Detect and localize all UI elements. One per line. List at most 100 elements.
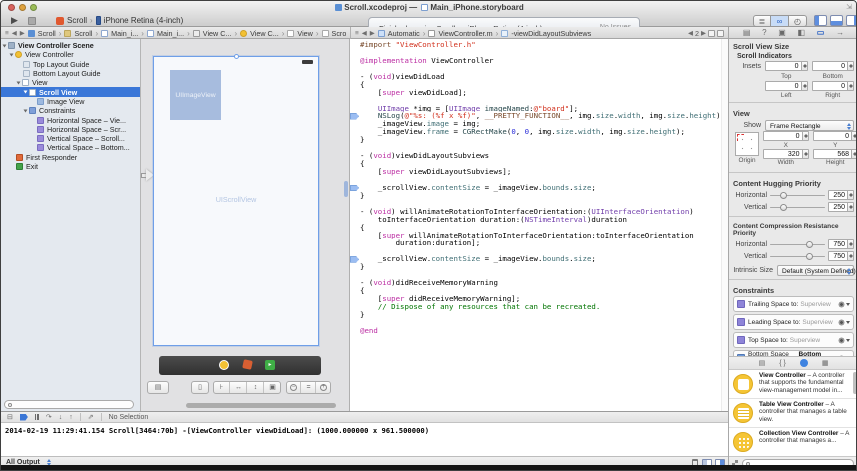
close-assistant-editor-icon[interactable]: [717, 30, 724, 37]
stepper-icon[interactable]: [851, 150, 857, 158]
breakpoint-marker[interactable]: [350, 256, 359, 263]
slider-thumb-icon[interactable]: [780, 204, 787, 211]
toggle-utilities-button[interactable]: [846, 15, 857, 26]
pin-button[interactable]: ↔: [231, 382, 247, 393]
zoom-out-icon[interactable]: −: [287, 382, 301, 393]
jump-bar-item[interactable]: Scroll: [38, 29, 56, 38]
toggle-outline-button[interactable]: ▤: [147, 381, 169, 394]
related-items-icon[interactable]: ≡: [5, 30, 9, 37]
constraint-gear-menu[interactable]: [838, 301, 853, 308]
toggle-debug-area-button[interactable]: [830, 15, 843, 26]
zoom-in-icon[interactable]: +: [317, 382, 330, 393]
priority-slider[interactable]: [770, 191, 825, 199]
outline-filter-field[interactable]: [4, 400, 134, 409]
stepper-icon[interactable]: [801, 82, 807, 90]
back-icon[interactable]: ◀: [362, 29, 367, 37]
value-field[interactable]: 0: [763, 131, 809, 141]
library-item[interactable]: View Controller – A controller that supp…: [729, 370, 857, 399]
jump-bar-item[interactable]: Scroll View: [332, 29, 346, 38]
slider-thumb-icon[interactable]: [806, 241, 813, 248]
outline-row[interactable]: Scroll View: [1, 87, 140, 96]
resolve-layout-button[interactable]: ↕: [248, 382, 264, 393]
outline-row[interactable]: View Controller Scene: [1, 41, 140, 50]
value-field[interactable]: 750: [828, 251, 854, 261]
constraint-gear-menu[interactable]: [838, 319, 853, 326]
toggle-navigator-button[interactable]: [814, 15, 827, 26]
forward-icon[interactable]: ▶: [20, 29, 25, 37]
jump-bar-item[interactable]: ViewController.m: [438, 29, 492, 38]
constraint-gear-menu[interactable]: [838, 337, 853, 344]
value-field[interactable]: 568: [813, 149, 857, 159]
resolve-issues-button[interactable]: ▣: [265, 382, 280, 393]
outline-row[interactable]: Vertical Space – Bottom...: [1, 143, 140, 152]
breakpoints-toggle-icon[interactable]: [20, 414, 28, 421]
breakpoint-marker[interactable]: [350, 113, 359, 120]
hide-debug-area-icon[interactable]: ⊟: [7, 414, 13, 421]
stepper-icon[interactable]: [802, 132, 808, 140]
priority-slider[interactable]: [770, 203, 825, 211]
constraint-row[interactable]: Trailing Space to:Superview: [733, 296, 854, 312]
disclosure-triangle-icon[interactable]: [24, 91, 28, 94]
canvas-horizontal-scrollbar[interactable]: [186, 403, 336, 408]
show-dropdown[interactable]: Frame Rectangle: [765, 120, 854, 131]
step-out-icon[interactable]: ↑: [69, 414, 73, 421]
view-controller-icon[interactable]: [219, 360, 229, 370]
slider-thumb-icon[interactable]: [780, 192, 787, 199]
library-item[interactable]: Table View Controller – A controller tha…: [729, 399, 857, 428]
assistant-editor-button[interactable]: ∞: [771, 15, 789, 27]
outline-row[interactable]: Bottom Layout Guide: [1, 69, 140, 78]
canvas-vertical-scrollbar[interactable]: [344, 181, 348, 197]
scheme-device[interactable]: iPhone Retina (4-inch): [104, 16, 184, 25]
jump-bar-item[interactable]: Scroll: [74, 29, 92, 38]
stepper-icon[interactable]: [847, 62, 853, 70]
file-inspector-icon[interactable]: ▤: [743, 28, 751, 37]
step-into-icon[interactable]: ↓: [59, 414, 63, 421]
related-items-icon[interactable]: ≡: [355, 30, 359, 37]
jump-bar-item[interactable]: Main_i...: [111, 29, 138, 38]
jump-bar-item[interactable]: View: [297, 29, 312, 38]
file-template-library-icon[interactable]: ▤: [759, 359, 766, 367]
value-field[interactable]: 250: [828, 190, 854, 200]
intrinsic-size-dropdown[interactable]: Default (System Defined): [777, 265, 854, 276]
add-assistant-editor-icon[interactable]: [708, 30, 715, 37]
object-library-icon[interactable]: [800, 359, 808, 367]
stepper-icon[interactable]: [851, 132, 857, 140]
disclosure-triangle-icon[interactable]: [24, 109, 28, 112]
value-field[interactable]: 0: [813, 131, 857, 141]
breakpoint-marker[interactable]: [350, 185, 359, 192]
outline-row[interactable]: Top Layout Guide: [1, 60, 140, 69]
media-library-icon[interactable]: ▦: [822, 359, 829, 367]
editor-scrollbar[interactable]: [721, 39, 728, 411]
device-size-button[interactable]: ▯: [191, 381, 209, 394]
source-editor[interactable]: #import "ViewController.h" @implementati…: [350, 39, 728, 411]
priority-slider[interactable]: [770, 252, 825, 260]
identity-inspector-icon[interactable]: ▣: [778, 28, 786, 37]
zoom-reset-button[interactable]: =: [302, 382, 316, 393]
value-field[interactable]: 750: [828, 239, 854, 249]
disclosure-triangle-icon[interactable]: [10, 53, 14, 56]
value-field[interactable]: 0: [765, 61, 808, 71]
stepper-icon[interactable]: [847, 82, 853, 90]
outline-row[interactable]: View Controller: [1, 50, 140, 59]
origin-selector[interactable]: [735, 132, 759, 156]
pause-execution-icon[interactable]: [35, 414, 39, 420]
outline-row[interactable]: Vertical Space – Scroll...: [1, 134, 140, 143]
first-responder-icon[interactable]: [242, 359, 253, 370]
stepper-icon[interactable]: [847, 191, 853, 199]
slider-thumb-icon[interactable]: [806, 253, 813, 260]
forward-icon[interactable]: ▶: [370, 29, 375, 37]
attributes-inspector-icon[interactable]: ◧: [798, 28, 806, 37]
image-view[interactable]: UIImageView: [170, 70, 221, 120]
jump-bar-item[interactable]: View C...: [250, 29, 279, 38]
disclosure-triangle-icon[interactable]: [3, 44, 7, 47]
disclosure-triangle-icon[interactable]: [17, 81, 21, 84]
code-snippet-library-icon[interactable]: { }: [779, 360, 786, 367]
outline-row[interactable]: Image View: [1, 97, 140, 106]
value-field[interactable]: 250: [828, 202, 854, 212]
version-editor-button[interactable]: ◴: [789, 15, 807, 27]
jump-bar-item[interactable]: Automatic: [388, 29, 420, 38]
stepper-icon[interactable]: [847, 203, 853, 211]
exit-icon[interactable]: ▸: [265, 360, 275, 370]
size-inspector-icon[interactable]: ▭: [817, 28, 825, 37]
stepper-icon[interactable]: [847, 252, 853, 260]
